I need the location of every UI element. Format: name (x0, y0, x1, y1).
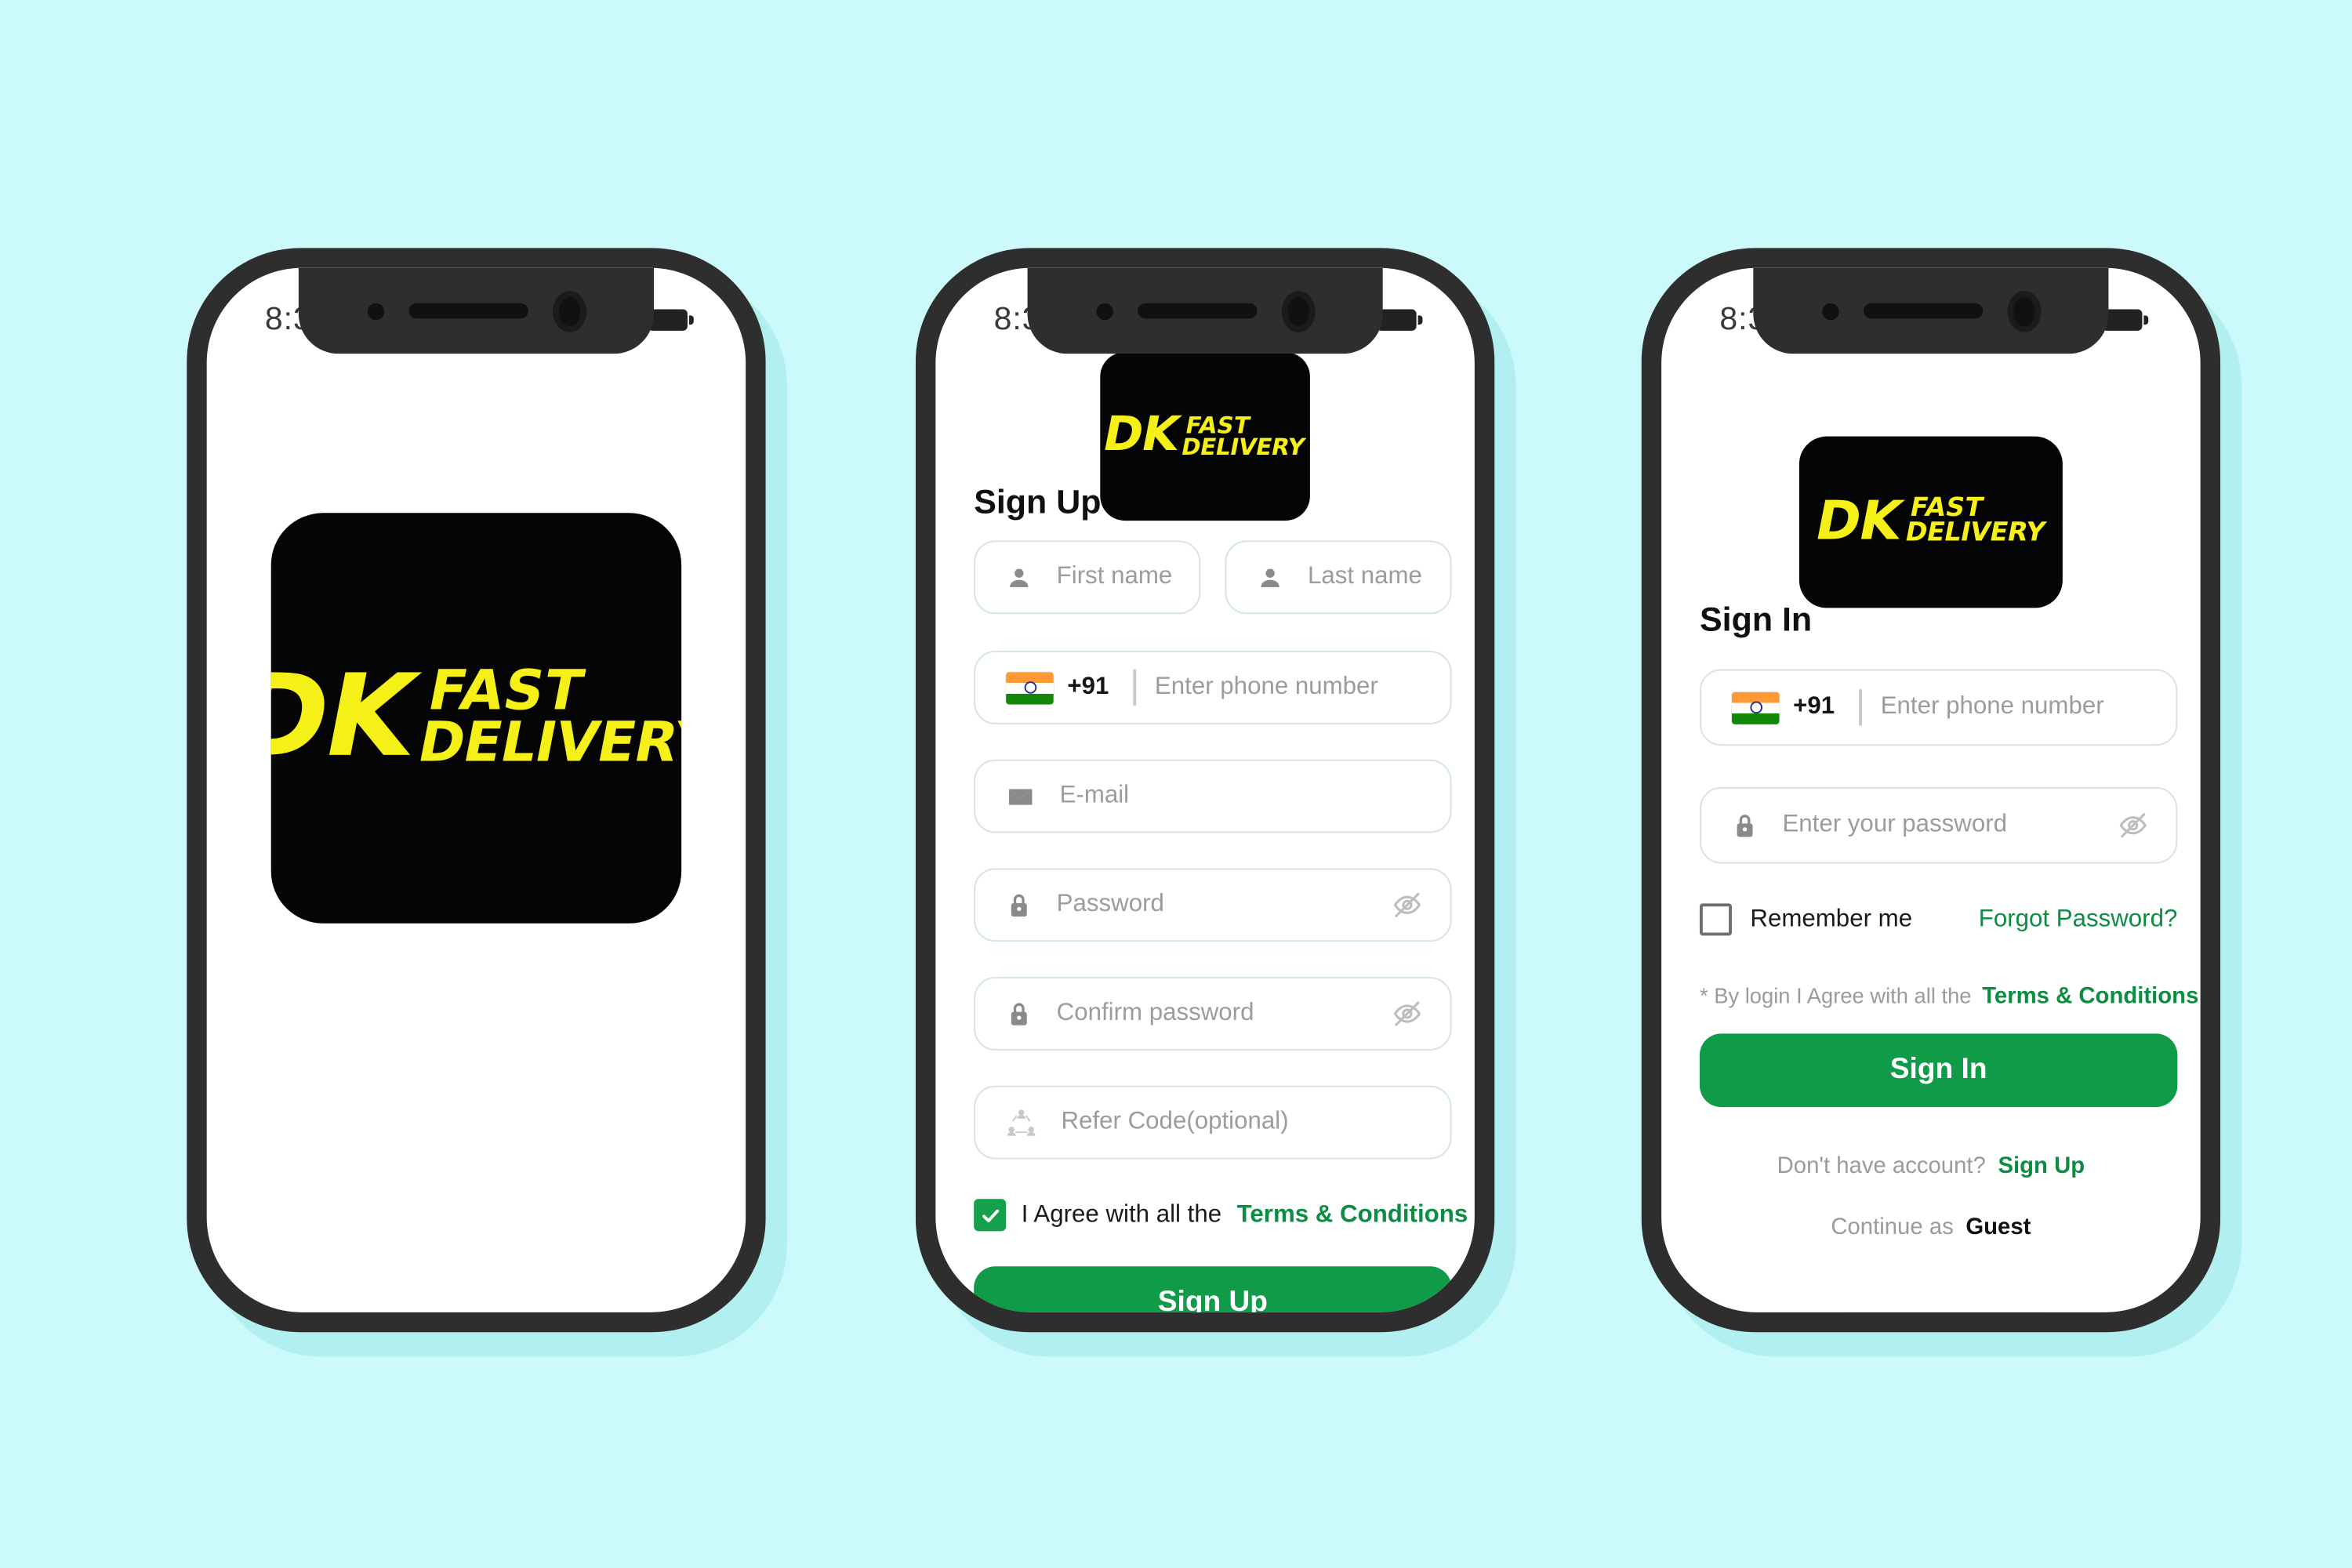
lock-icon (1006, 999, 1032, 1028)
front-camera-icon (1280, 290, 1315, 332)
sensor-dot-icon (366, 302, 384, 320)
country-code: +91 (1067, 673, 1109, 700)
front-camera-icon (2006, 290, 2041, 332)
continue-as-guest-text: Continue as (1831, 1214, 1954, 1241)
terms-and-conditions-link[interactable]: Terms & Conditions (1237, 1201, 1468, 1229)
page-title-signup: Sign Up (974, 482, 1102, 521)
logo-mark-dk: DK (1100, 408, 1184, 463)
remember-forgot-row: Remember me Forgot Password? (1699, 903, 2178, 936)
logo-word-delivery: DELIVERY (1179, 433, 1308, 461)
referral-group-icon (1006, 1107, 1036, 1138)
earpiece-speaker-icon (408, 303, 528, 319)
toggle-password-visibility-icon[interactable] (2118, 810, 2148, 840)
lock-icon (1006, 891, 1032, 920)
country-selector[interactable]: +91 (1731, 691, 1835, 724)
password-field[interactable]: Password (974, 868, 1452, 942)
signup-submit-button[interactable]: Sign Up (974, 1266, 1452, 1312)
phone-frame-step3: 8:30 DK FAST DELIVERY Sign In +91 Enter … (1641, 248, 2221, 1333)
phone-placeholder: Enter phone number (1880, 693, 2104, 720)
remember-me-control[interactable]: Remember me (1699, 903, 1913, 936)
logo-mark-dk: DK (270, 651, 425, 783)
phone-screen-signin: 8:30 DK FAST DELIVERY Sign In +91 Enter … (1661, 267, 2201, 1312)
last-name-field[interactable]: Last name (1225, 540, 1452, 615)
first-name-placeholder: First name (1056, 563, 1173, 590)
front-camera-icon (552, 290, 586, 332)
phone-frame-step1: 8:30 DK FAST DELIVERY (187, 248, 766, 1333)
lock-icon (1732, 811, 1758, 840)
app-logo: DK FAST DELIVERY (270, 513, 682, 924)
logo-mark-dk: DK (1809, 491, 1906, 553)
remember-me-checkbox[interactable] (1699, 903, 1732, 936)
person-icon (1006, 564, 1032, 590)
terms-agreement-row[interactable]: I Agree with all the Terms & Conditions (974, 1199, 1468, 1232)
signup-link[interactable]: Sign Up (1998, 1153, 2085, 1179)
phone-screen-splash: 8:30 DK FAST DELIVERY (206, 267, 746, 1312)
earpiece-speaker-icon (1862, 303, 1983, 319)
phone-notch (1027, 267, 1383, 354)
india-flag-icon (1006, 671, 1054, 704)
phone-notch (298, 267, 654, 354)
field-divider (1133, 669, 1137, 706)
first-name-field[interactable]: First name (974, 540, 1201, 615)
country-code: +91 (1793, 693, 1835, 720)
app-logo: DK FAST DELIVERY (1798, 436, 2063, 608)
toggle-confirm-password-visibility-icon[interactable] (1392, 998, 1422, 1029)
agree-text: I Agree with all the (1021, 1201, 1222, 1228)
password-field[interactable]: Enter your password (1699, 786, 2178, 864)
person-icon (1258, 564, 1283, 590)
signin-submit-button[interactable]: Sign In (1699, 1033, 2178, 1108)
phone-placeholder: Enter phone number (1154, 673, 1378, 700)
phone-frame-step2: 8:30 DK FAST DELIVERY Sign Up First name… (915, 248, 1495, 1333)
signin-footer-text: Don't have account? (1777, 1152, 1986, 1179)
continue-as-guest-row[interactable]: Continue as Guest (1661, 1214, 2201, 1240)
sensor-dot-icon (1095, 302, 1112, 320)
password-placeholder: Enter your password (1782, 811, 2008, 838)
page-title-signin: Sign In (1699, 600, 1813, 639)
country-selector[interactable]: +91 (1006, 671, 1109, 704)
password-placeholder: Password (1056, 891, 1164, 917)
logo-word-delivery: DELIVERY (1902, 517, 2048, 549)
signin-footer: Don't have account? Sign Up (1661, 1153, 2201, 1179)
earpiece-speaker-icon (1137, 303, 1257, 319)
phone-screen-signup: 8:30 DK FAST DELIVERY Sign Up First name… (935, 267, 1475, 1312)
phone-number-field[interactable]: +91 Enter phone number (974, 651, 1452, 724)
refer-code-placeholder: Refer Code(optional) (1061, 1109, 1289, 1135)
phone-notch (1753, 267, 2109, 354)
refer-code-field[interactable]: Refer Code(optional) (974, 1085, 1452, 1160)
agree-checkbox[interactable] (974, 1199, 1007, 1232)
logo-word-fast: FAST (423, 660, 589, 724)
india-flag-icon (1731, 691, 1780, 724)
remember-me-label: Remember me (1750, 906, 1913, 932)
email-placeholder: E-mail (1059, 782, 1130, 809)
terms-and-conditions-link[interactable]: Terms & Conditions (1982, 983, 2198, 1009)
envelope-icon (1006, 782, 1035, 811)
field-divider (1859, 688, 1863, 726)
forgot-password-link[interactable]: Forgot Password? (1979, 906, 2178, 933)
phone-number-field[interactable]: +91 Enter phone number (1699, 669, 2178, 746)
login-consent-row: * By login I Agree with all the Terms & … (1700, 983, 2198, 1009)
logo-word-delivery: DELIVERY (412, 712, 682, 775)
app-logo: DK FAST DELIVERY (1100, 352, 1310, 521)
guest-link[interactable]: Guest (1965, 1214, 2031, 1240)
login-consent-text: * By login I Agree with all the (1699, 982, 1972, 1008)
confirm-password-placeholder: Confirm password (1056, 1000, 1254, 1026)
email-field[interactable]: E-mail (974, 759, 1452, 833)
toggle-password-visibility-icon[interactable] (1392, 890, 1422, 920)
last-name-placeholder: Last name (1307, 563, 1422, 590)
confirm-password-field[interactable]: Confirm password (974, 977, 1452, 1051)
sensor-dot-icon (1821, 302, 1838, 320)
